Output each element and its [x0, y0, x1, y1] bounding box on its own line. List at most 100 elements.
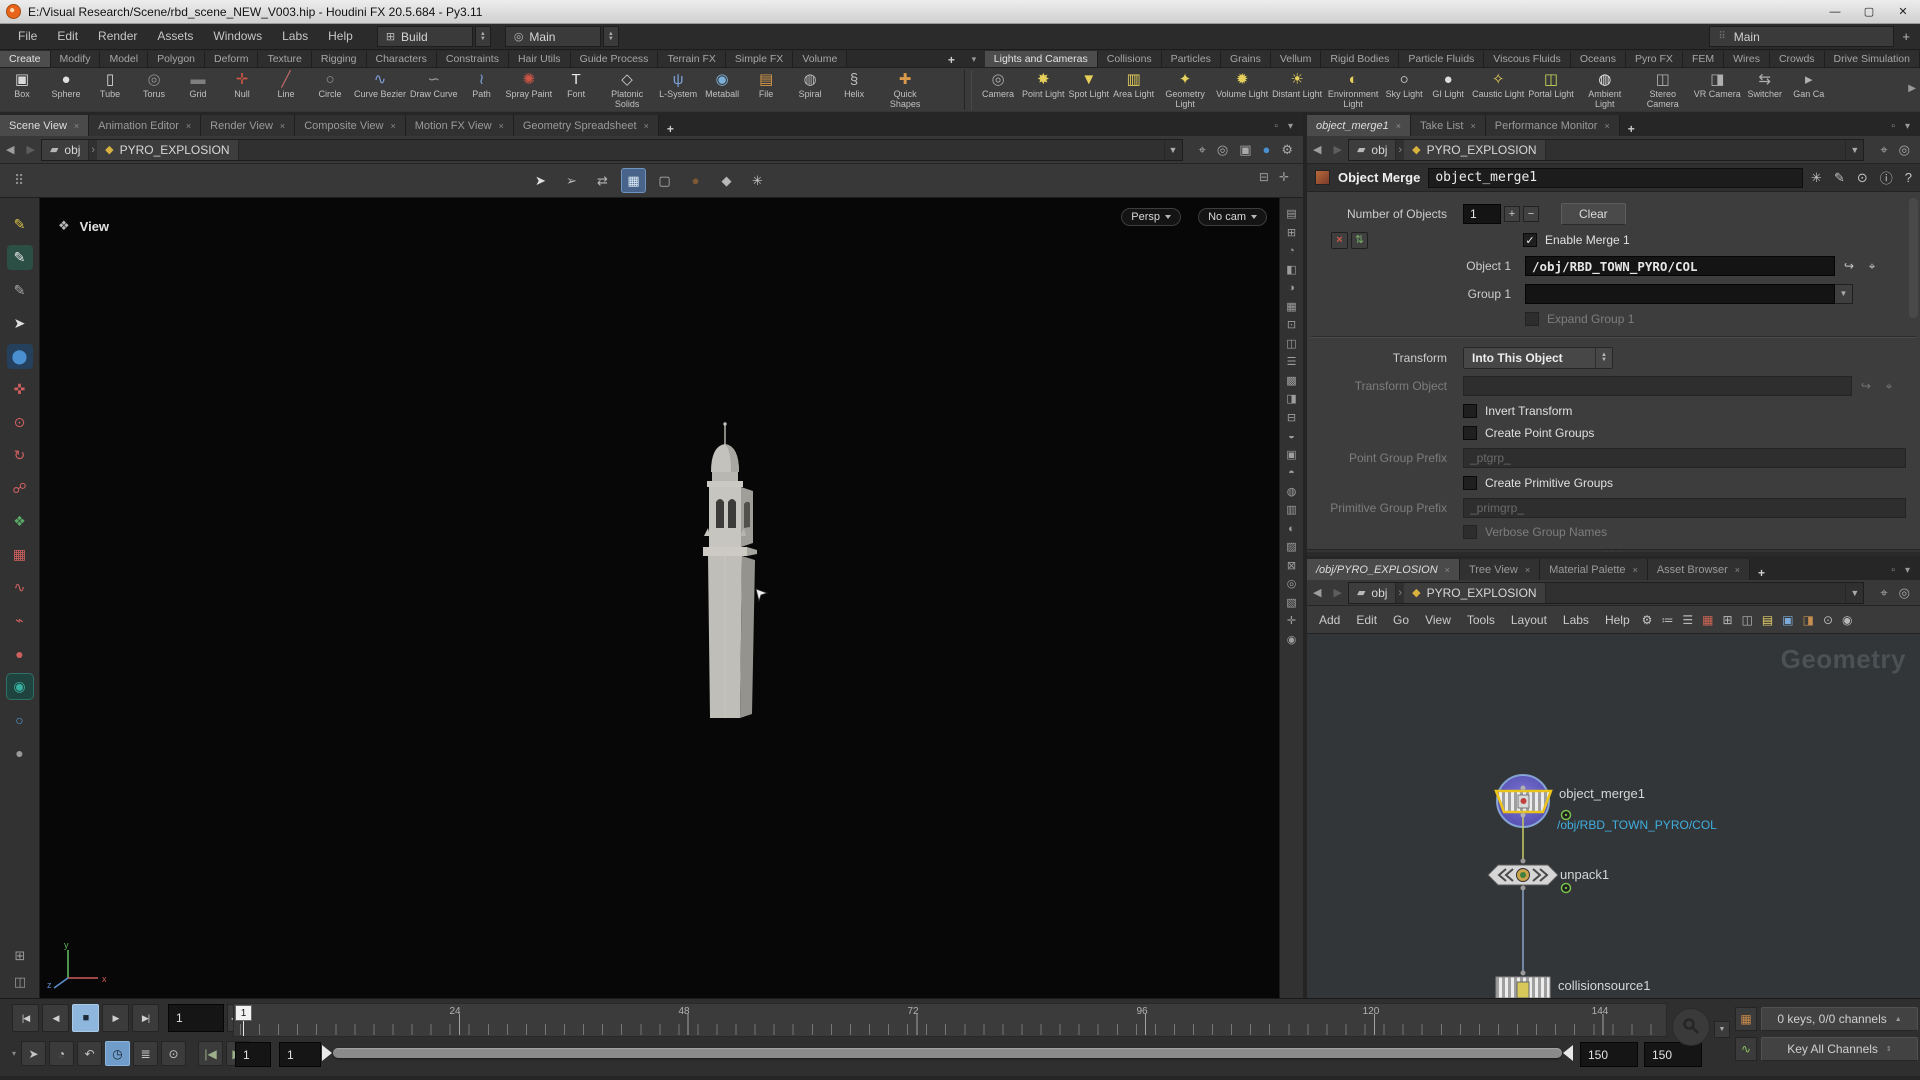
view-menu-icon[interactable]: ❖: [58, 218, 70, 234]
parameter-header-icon[interactable]: ⊙: [1857, 170, 1868, 186]
network-menu-item[interactable]: Tools: [1459, 613, 1503, 627]
shelf-tool[interactable]: ◫ Stereo Camera: [1634, 69, 1692, 110]
stop-button[interactable]: ■: [72, 1004, 99, 1032]
display-option-icon[interactable]: ▩: [1286, 375, 1296, 387]
nav-forward-icon[interactable]: ▶: [1327, 586, 1347, 599]
enable-merge-checkbox[interactable]: ✓: [1523, 233, 1537, 247]
path-bar-icon[interactable]: ⌖: [1199, 142, 1206, 158]
shelf-tab[interactable]: Modify: [50, 51, 101, 67]
viewport-side-tool-icon[interactable]: ↻: [7, 443, 33, 468]
shelf-tool[interactable]: ✦ Geometry Light: [1156, 69, 1214, 110]
realtime-toggle-icon[interactable]: ◷: [105, 1041, 131, 1066]
point-group-prefix-field[interactable]: [1463, 448, 1906, 468]
path-dropdown-icon[interactable]: ▼: [1845, 139, 1863, 160]
clear-button[interactable]: Clear: [1561, 203, 1626, 225]
keyframe-dot-icon[interactable]: ⊙: [161, 1041, 187, 1066]
pane-menu-icon[interactable]: ▾: [1905, 121, 1910, 132]
display-option-icon[interactable]: ◉: [1287, 634, 1297, 646]
range-start-display[interactable]: [279, 1042, 321, 1067]
display-option-icon[interactable]: ⊞: [1287, 227, 1296, 239]
shelf-tool[interactable]: § Helix: [832, 69, 876, 110]
minimize-button[interactable]: —: [1818, 0, 1852, 23]
shelf-tab[interactable]: Simple FX: [725, 51, 794, 67]
shelf-tab[interactable]: Model: [100, 51, 149, 67]
play-button[interactable]: ▶: [102, 1004, 129, 1032]
main-radial-combo[interactable]: ◎ Main: [504, 26, 601, 47]
shelf-tab[interactable]: Wires: [1724, 51, 1770, 67]
shelf-tab[interactable]: Rigid Bodies: [1321, 51, 1400, 67]
follow-icon[interactable]: ◎: [1899, 585, 1910, 601]
key-options-dropdown-icon[interactable]: ▼: [1714, 1021, 1730, 1038]
shelf-tool[interactable]: ✛ Null: [220, 69, 264, 110]
set-key-button[interactable]: [1672, 1008, 1710, 1046]
pane-menu-icon[interactable]: ▾: [1288, 121, 1293, 132]
shelf-tab[interactable]: Texture: [258, 51, 312, 67]
shelf-tab[interactable]: Characters: [366, 51, 437, 67]
nav-forward-icon[interactable]: ▶: [1327, 143, 1347, 156]
viewport-tool-icon[interactable]: ➢: [559, 168, 584, 193]
shelf-tool[interactable]: ╱ Line: [264, 69, 308, 110]
network-node-unpack1[interactable]: [1485, 862, 1555, 888]
viewport-side-tool-icon[interactable]: ⌁: [7, 608, 33, 633]
display-option-icon[interactable]: ✛: [1287, 615, 1296, 627]
transform-dropdown[interactable]: Into This Object ▲ ▼: [1463, 347, 1613, 369]
close-tab-icon[interactable]: ×: [1735, 565, 1740, 575]
shelf-tab[interactable]: Rigging: [311, 51, 367, 67]
main-combo-spinner[interactable]: ▲ ▼: [602, 26, 619, 47]
path-dropdown-icon[interactable]: ▼: [1845, 582, 1863, 603]
viewport-side-tool-icon[interactable]: ☍: [7, 476, 33, 501]
breadcrumb-node[interactable]: ◆ PYRO_EXPLOSION: [1404, 582, 1546, 603]
viewport-side-tool-icon[interactable]: ✎: [7, 212, 33, 237]
shelf-tab[interactable]: Grains: [1220, 51, 1271, 67]
viewport-tool-icon[interactable]: ⇄: [590, 168, 615, 193]
add-shelf-tab-button[interactable]: +: [940, 53, 963, 67]
display-option-icon[interactable]: ▥: [1286, 504, 1296, 516]
pick-node-icon[interactable]: ⌖: [1863, 257, 1881, 275]
display-option-icon[interactable]: ▨: [1286, 541, 1296, 553]
shelf-tool[interactable]: ◍ Ambient Light: [1576, 69, 1634, 110]
menu-item[interactable]: Edit: [47, 24, 88, 49]
display-option-icon[interactable]: ◔: [1288, 245, 1295, 257]
shelf-tab[interactable]: FEM: [1682, 51, 1725, 67]
menu-item[interactable]: File: [8, 24, 47, 49]
display-option-icon[interactable]: ◓: [1288, 467, 1295, 479]
add-pane-tab-button[interactable]: +: [659, 122, 682, 136]
keyframe-panel-icon[interactable]: ▦: [1735, 1007, 1757, 1031]
path-bar-icon[interactable]: ⚙: [1281, 142, 1293, 158]
shelf-tool[interactable]: ▣ Box: [0, 69, 44, 110]
shelf-tool[interactable]: ◨ VR Camera: [1692, 69, 1743, 110]
pane-tab[interactable]: Animation Editor ×: [89, 115, 202, 136]
path-bar-icon[interactable]: ▣: [1239, 142, 1251, 158]
network-menu-item[interactable]: View: [1417, 613, 1459, 627]
display-option-icon[interactable]: ◫: [1286, 338, 1296, 350]
shelf-tool[interactable]: ◇ Platonic Solids: [598, 69, 656, 110]
close-tab-icon[interactable]: ×: [280, 121, 285, 131]
breadcrumb-root[interactable]: ▰ obj: [1348, 582, 1397, 603]
shelf-tab[interactable]: Guide Process: [570, 51, 659, 67]
pane-split-icon[interactable]: ▫: [1891, 121, 1895, 132]
pane-tab[interactable]: object_merge1 ×: [1307, 115, 1412, 136]
shelf-tab[interactable]: Constraints: [436, 51, 509, 67]
shelf-tab[interactable]: Terrain FX: [658, 51, 726, 67]
nav-forward-icon[interactable]: ▶: [20, 143, 40, 156]
pane-split-icon[interactable]: ▫: [1274, 121, 1278, 132]
breadcrumb-node[interactable]: ◆ PYRO_EXPLOSION: [97, 139, 239, 160]
close-tab-icon[interactable]: ×: [499, 121, 504, 131]
shelf-tool[interactable]: ◎ Camera: [976, 69, 1020, 110]
group-dropdown-icon[interactable]: ▼: [1835, 284, 1853, 304]
primitive-group-prefix-field[interactable]: [1463, 498, 1906, 518]
pane-tab[interactable]: Motion FX View ×: [405, 115, 514, 136]
build-combo-spinner[interactable]: ▲ ▼: [474, 26, 491, 47]
network-node-object-merge1[interactable]: [1490, 787, 1560, 813]
network-menu-item[interactable]: Layout: [1503, 613, 1555, 627]
maximize-button[interactable]: ▢: [1852, 0, 1886, 23]
keys-summary-button[interactable]: 0 keys, 0/0 channels ▲: [1761, 1007, 1918, 1031]
display-option-icon[interactable]: ⊟: [1287, 412, 1296, 424]
shelf-overflow-icon[interactable]: ▶: [1908, 69, 1920, 94]
menu-item[interactable]: Render: [88, 24, 147, 49]
display-option-icon[interactable]: ◍: [1287, 486, 1297, 498]
shelf-tool[interactable]: ☀ Distant Light: [1270, 69, 1324, 110]
viewport-side-tool-icon[interactable]: ◉: [5, 673, 34, 700]
shelf-tool[interactable]: ✺ Spray Paint: [504, 69, 555, 110]
create-primitive-groups-checkbox[interactable]: [1463, 476, 1477, 490]
